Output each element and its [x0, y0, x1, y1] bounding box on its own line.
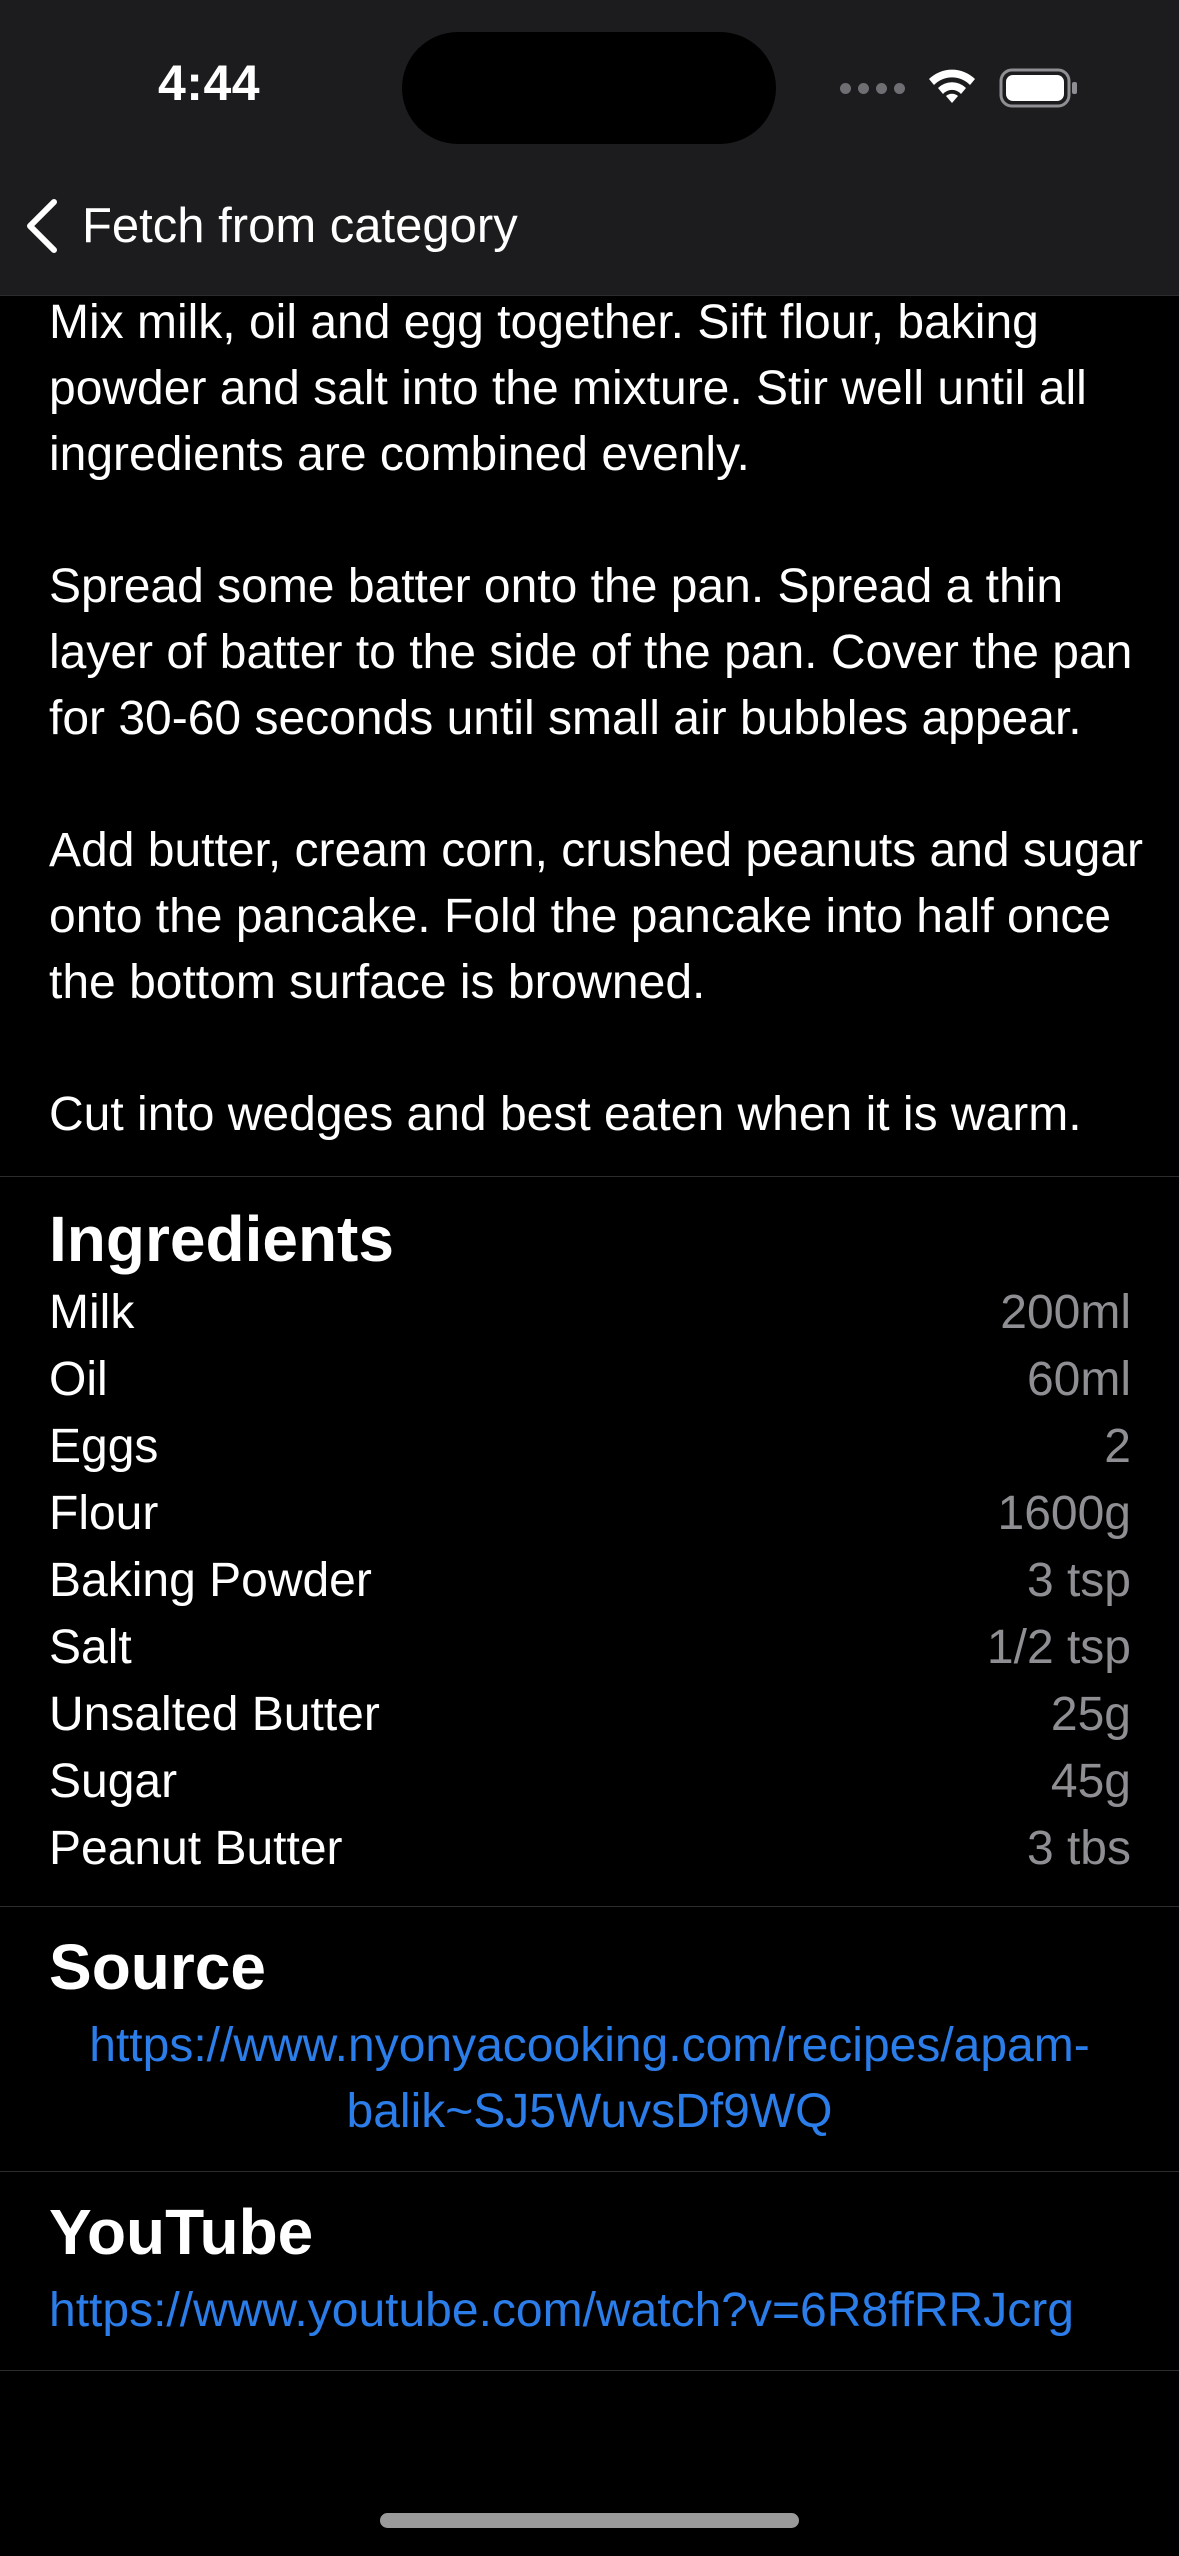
- status-icons: [840, 66, 1079, 110]
- youtube-heading: YouTube: [49, 2196, 314, 2268]
- ingredient-row: Flour 1600g: [0, 1480, 1179, 1547]
- instruction-paragraph: Spread some batter onto the pan. Spread …: [49, 560, 1133, 745]
- ingredient-measure: 60ml: [1026, 1353, 1131, 1406]
- dynamic-island: [402, 32, 776, 144]
- home-indicator[interactable]: [380, 2513, 799, 2528]
- ingredient-name: Salt: [49, 1621, 132, 1674]
- ingredient-measure: 3 tsp: [1026, 1554, 1131, 1607]
- ingredient-name: Baking Powder: [49, 1554, 372, 1607]
- source-link[interactable]: https://www.nyonyacooking.com/recipes/ap…: [0, 2007, 1179, 2145]
- source-section: Source https://www.nyonyacooking.com/rec…: [0, 1907, 1179, 2171]
- ingredient-row: Peanut Butter 3 tbs: [0, 1815, 1179, 1882]
- ingredients-section: Ingredients Milk 200ml Oil 60ml Eggs 2 F…: [0, 1177, 1179, 1906]
- instructions-text: Mix milk, oil and egg together. Sift flo…: [0, 290, 1179, 1148]
- battery-icon: [999, 68, 1079, 108]
- ingredient-row: Baking Powder 3 tsp: [0, 1547, 1179, 1614]
- ingredient-measure: 200ml: [1000, 1286, 1131, 1339]
- ingredient-row: Sugar 45g: [0, 1748, 1179, 1815]
- divider: [0, 2370, 1179, 2371]
- wifi-icon: [927, 69, 977, 107]
- youtube-link[interactable]: https://www.youtube.com/watch?v=6R8ffRRJ…: [0, 2272, 1179, 2344]
- ingredient-row: Eggs 2: [0, 1413, 1179, 1480]
- ingredient-row: Milk 200ml: [0, 1279, 1179, 1346]
- ingredient-name: Flour: [49, 1487, 159, 1540]
- ingredients-heading: Ingredients: [49, 1203, 394, 1275]
- ingredient-measure: 1/2 tsp: [986, 1621, 1131, 1674]
- ingredient-measure: 1600g: [997, 1487, 1131, 1540]
- source-url-line1: https://www.nyonyacooking.com/recipes/ap…: [89, 2019, 1090, 2072]
- ingredient-name: Oil: [49, 1353, 108, 1406]
- ingredient-name: Unsalted Butter: [49, 1688, 380, 1741]
- source-heading: Source: [49, 1931, 266, 2003]
- source-url-line2: balik~SJ5WuvsDf9WQ: [346, 2085, 833, 2138]
- cellular-signal-icon: [840, 82, 905, 94]
- ingredient-name: Eggs: [49, 1420, 159, 1473]
- instruction-paragraph: Cut into wedges and best eaten when it i…: [49, 1088, 1082, 1141]
- ingredient-name: Sugar: [49, 1755, 178, 1808]
- status-time: 4:44: [158, 55, 261, 111]
- instruction-paragraph: Mix milk, oil and egg together. Sift flo…: [49, 296, 1087, 481]
- ingredient-measure: 25g: [1050, 1688, 1131, 1741]
- ingredient-row: Unsalted Butter 25g: [0, 1681, 1179, 1748]
- ingredient-name: Peanut Butter: [49, 1822, 343, 1875]
- ingredient-row: Salt 1/2 tsp: [0, 1614, 1179, 1681]
- ingredient-row: Oil 60ml: [0, 1346, 1179, 1413]
- instruction-paragraph: Add butter, cream corn, crushed peanuts …: [49, 824, 1143, 1009]
- ingredient-measure: 45g: [1050, 1755, 1131, 1808]
- recipe-detail[interactable]: Mix milk, oil and egg together. Sift flo…: [0, 296, 1179, 2371]
- ingredient-measure: 2: [1104, 1420, 1131, 1473]
- back-label: Fetch from category: [82, 199, 518, 253]
- ingredient-name: Milk: [49, 1286, 135, 1339]
- chevron-left-icon: [27, 199, 57, 253]
- back-button[interactable]: Fetch from category: [24, 190, 518, 262]
- ingredient-measure: 3 tbs: [1026, 1822, 1131, 1875]
- navigation-bar: 4:44 Fetch from category: [0, 0, 1179, 296]
- youtube-section: YouTube https://www.youtube.com/watch?v=…: [0, 2172, 1179, 2370]
